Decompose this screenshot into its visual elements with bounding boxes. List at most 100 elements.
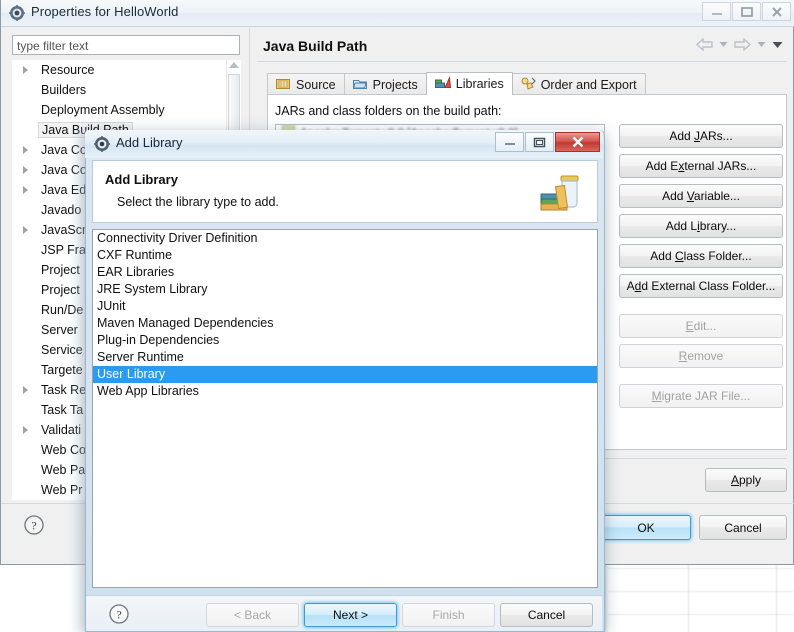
tab-libraries[interactable]: Libraries <box>425 72 513 95</box>
sidebar-item-label: Builders <box>41 83 87 97</box>
minimize-icon[interactable] <box>702 2 731 21</box>
sidebar-item-label: JavaScr <box>41 223 87 237</box>
sidebar-item[interactable]: Resource <box>12 60 240 80</box>
page-nav-icons <box>696 38 783 51</box>
remove-button: Remove <box>619 344 783 368</box>
tab-label: Source <box>296 77 336 92</box>
expand-triangle-icon[interactable] <box>23 66 28 74</box>
expand-triangle-icon[interactable] <box>23 386 28 394</box>
scroll-up-arrow-icon[interactable] <box>229 62 239 68</box>
button-group-gap <box>619 374 783 384</box>
library-type-item[interactable]: User Library <box>93 366 597 383</box>
apply-button[interactable]: Apply <box>705 468 787 492</box>
maximize-icon[interactable] <box>525 132 554 152</box>
dialog-cancel-button[interactable]: Cancel <box>500 603 593 627</box>
library-type-item[interactable]: Maven Managed Dependencies <box>93 315 597 332</box>
finish-button[interactable]: Finish <box>402 603 495 627</box>
library-type-item[interactable]: Server Runtime <box>93 349 597 366</box>
add-variable-button[interactable]: Add Variable... <box>619 184 783 208</box>
library-type-item[interactable]: CXF Runtime <box>93 247 597 264</box>
cancel-button[interactable]: Cancel <box>699 515 787 540</box>
sidebar-item-label: Project <box>41 283 80 297</box>
sidebar-item-label: Javado <box>41 203 82 217</box>
tab-order-and-export[interactable]: Order and Export <box>511 73 646 95</box>
libraries-books-icon <box>434 76 451 92</box>
sidebar-item-label: Validati <box>41 423 82 437</box>
maximize-icon[interactable] <box>732 2 761 21</box>
dialog-title-bar: Add Library <box>85 130 603 158</box>
order-export-icon <box>521 77 536 93</box>
back-button[interactable]: < Back <box>206 603 299 627</box>
tab-label: Projects <box>372 77 418 92</box>
next-button[interactable]: Next > <box>304 603 397 627</box>
dialog-footer: ? < Back Next > Finish Cancel <box>86 595 602 631</box>
help-question-icon[interactable]: ? <box>108 603 130 625</box>
back-arrow-icon[interactable] <box>696 38 713 51</box>
add-external-class-folder-button[interactable]: Add External Class Folder... <box>619 274 783 298</box>
chevron-down-icon[interactable] <box>719 41 728 48</box>
screen: Properties for HelloWorld type filter te… <box>0 0 794 632</box>
sidebar-item-label: Web Pa <box>41 463 86 477</box>
source-folder-icon <box>276 77 291 93</box>
sidebar-item-label: Java Co <box>41 143 87 157</box>
dialog-subheading: Select the library type to add. <box>117 195 279 209</box>
window-controls <box>701 2 791 21</box>
help-question-icon[interactable]: ? <box>23 514 45 536</box>
tab-projects[interactable]: Projects <box>343 73 427 95</box>
window-title-bar: Properties for HelloWorld <box>1 0 794 27</box>
tab-label: Order and Export <box>540 77 637 92</box>
expand-triangle-icon[interactable] <box>23 146 28 154</box>
jar-with-books-icon <box>535 168 585 218</box>
library-type-item[interactable]: Web App Libraries <box>93 383 597 400</box>
library-type-item[interactable]: JUnit <box>93 298 597 315</box>
close-icon[interactable] <box>555 132 600 152</box>
sidebar-item-label: Resource <box>41 63 95 77</box>
sidebar-item-label: Deployment Assembly <box>41 103 165 117</box>
build-path-tabs[interactable]: Source Projects Libraries Order and Export <box>267 72 646 95</box>
ok-button[interactable]: OK <box>601 515 691 540</box>
eclipse-properties-icon <box>9 5 25 21</box>
add-external-jars-button[interactable]: Add External JARs... <box>619 154 783 178</box>
minimize-icon[interactable] <box>495 132 524 152</box>
add-library-button[interactable]: Add Library... <box>619 214 783 238</box>
sidebar-item[interactable]: Builders <box>12 80 240 100</box>
library-type-item[interactable]: EAR Libraries <box>93 264 597 281</box>
sidebar-item-label: Task Re <box>41 383 87 397</box>
sidebar-item[interactable]: Deployment Assembly <box>12 100 240 120</box>
expand-triangle-icon[interactable] <box>23 426 28 434</box>
sidebar-item-label: Server <box>41 323 78 337</box>
sidebar-item-label: Targete <box>41 363 83 377</box>
build-path-action-buttons: Add JARs... Add External JARs... Add Varia… <box>619 124 783 414</box>
expand-triangle-icon[interactable] <box>23 186 28 194</box>
sidebar-item-label: JSP Fra <box>41 243 86 257</box>
eclipse-wizard-icon <box>94 136 110 152</box>
expand-triangle-icon[interactable] <box>23 166 28 174</box>
close-icon[interactable] <box>762 2 791 21</box>
sidebar-item-label: Task Ta <box>41 403 84 417</box>
view-menu-chevron-down-icon[interactable] <box>772 41 783 49</box>
library-type-list[interactable]: Connectivity Driver Definition CXF Runtim… <box>92 229 598 588</box>
tab-source[interactable]: Source <box>267 73 345 95</box>
filter-input[interactable]: type filter text <box>12 35 240 55</box>
button-group-gap <box>619 304 783 314</box>
dialog-window-controls <box>494 132 600 152</box>
page-title-rule <box>257 61 787 62</box>
forward-arrow-icon[interactable] <box>734 38 751 51</box>
scroll-thumb[interactable] <box>228 74 240 136</box>
projects-folder-icon <box>352 77 368 93</box>
library-type-item[interactable]: Plug-in Dependencies <box>93 332 597 349</box>
dialog-heading: Add Library <box>105 172 178 187</box>
sidebar-item-label: Web Pr <box>41 483 83 497</box>
sidebar-item-label: Service <box>41 343 83 357</box>
expand-triangle-icon[interactable] <box>23 226 28 234</box>
chevron-down-icon[interactable] <box>757 41 766 48</box>
library-type-item[interactable]: JRE System Library <box>93 281 597 298</box>
library-type-item[interactable]: Connectivity Driver Definition <box>93 230 597 247</box>
tab-label: Libraries <box>455 77 504 91</box>
add-class-folder-button[interactable]: Add Class Folder... <box>619 244 783 268</box>
add-jars-button[interactable]: Add JARs... <box>619 124 783 148</box>
migrate-jar-file-button: Migrate JAR File... <box>619 384 783 408</box>
jars-list-label: JARs and class folders on the build path… <box>275 104 502 118</box>
svg-text:?: ? <box>31 519 36 533</box>
sidebar-item-label: Web Co <box>41 443 86 457</box>
